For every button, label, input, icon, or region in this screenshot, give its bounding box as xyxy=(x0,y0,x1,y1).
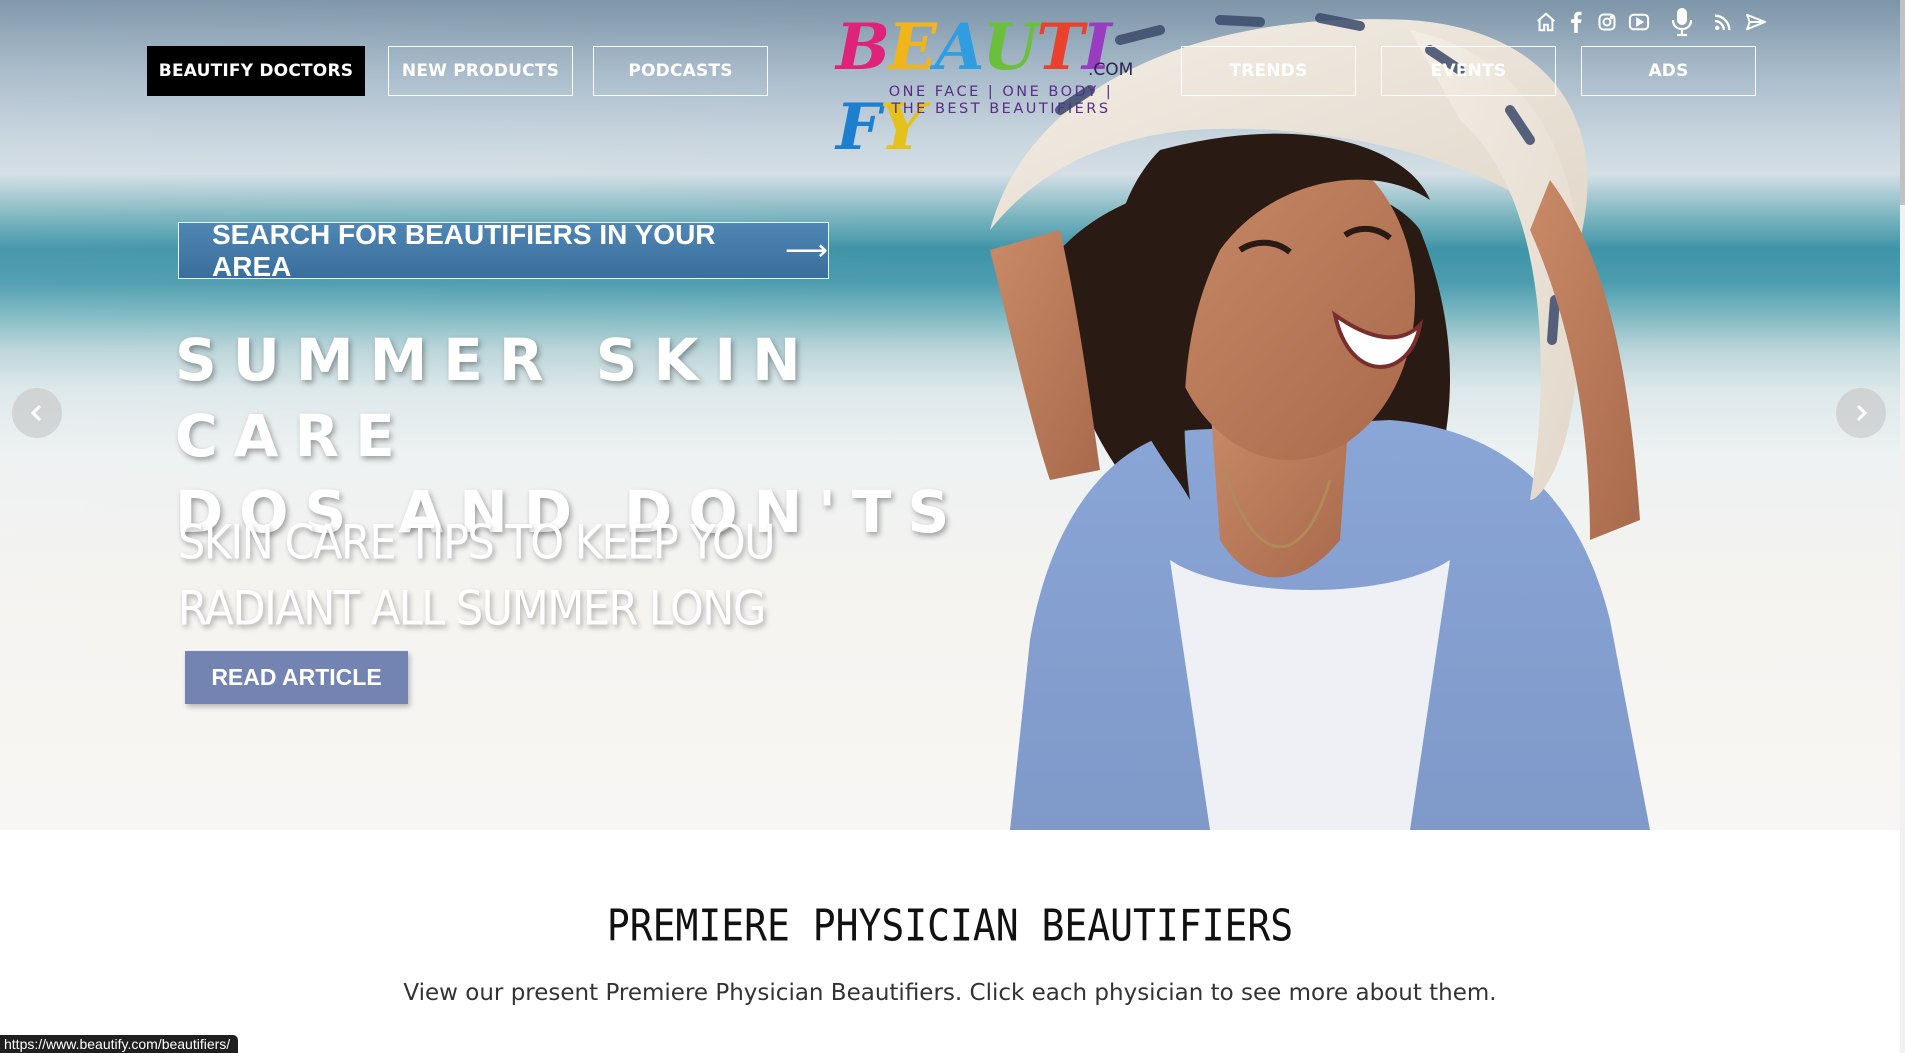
logo-suffix: .COM xyxy=(1088,60,1134,80)
carousel-next-button[interactable] xyxy=(1836,388,1886,438)
chevron-left-icon xyxy=(30,404,42,422)
search-button-label: SEARCH FOR BEAUTIFIERS IN YOUR AREA xyxy=(212,218,716,282)
site-logo[interactable]: BEAUTIFY .COM ONE FACE | ONE BODY | THE … xyxy=(830,8,1140,165)
nav-ads[interactable]: ADS xyxy=(1581,46,1756,96)
microphone-icon[interactable] xyxy=(1670,8,1694,37)
nav-events[interactable]: EVENTS xyxy=(1381,46,1556,96)
chevron-right-icon xyxy=(1856,404,1868,422)
nav-podcasts[interactable]: PODCASTS xyxy=(593,46,768,96)
nav-trends[interactable]: TRENDS xyxy=(1181,46,1356,96)
youtube-icon[interactable] xyxy=(1626,8,1652,36)
home-icon[interactable] xyxy=(1534,8,1558,36)
status-bar-url: https://www.beautify.com/beautifiers/ xyxy=(0,1035,239,1053)
read-article-button[interactable]: READ ARTICLE xyxy=(185,651,408,704)
carousel-prev-button[interactable] xyxy=(12,388,62,438)
nav-new-products[interactable]: NEW PRODUCTS xyxy=(388,46,573,96)
scrollbar-thumb[interactable] xyxy=(1900,0,1905,205)
send-icon[interactable] xyxy=(1744,8,1768,36)
section-title: PREMIERE PHYSICIAN BEAUTIFIERS xyxy=(606,900,1294,951)
facebook-icon[interactable] xyxy=(1566,8,1586,36)
logo-tagline: ONE FACE | ONE BODY | THE BEST BEAUTIFIE… xyxy=(888,84,1114,117)
section-description: View our present Premiere Physician Beau… xyxy=(403,980,1497,1006)
hero-slider: BEAUTIFY DOCTORS NEW PRODUCTS PODCASTS T… xyxy=(0,0,1900,830)
page-scrollbar[interactable] xyxy=(1900,0,1905,1053)
nav-beautify-doctors[interactable]: BEAUTIFY DOCTORS xyxy=(147,46,365,96)
arrow-right-icon: ⟶ xyxy=(784,234,828,267)
rss-icon[interactable] xyxy=(1712,8,1734,36)
instagram-icon[interactable] xyxy=(1596,8,1618,36)
search-beautifiers-button[interactable]: SEARCH FOR BEAUTIFIERS IN YOUR AREA ⟶ xyxy=(178,219,829,282)
hero-subheadline: SKIN CARE TIPS TO KEEP YOU RADIANT ALL S… xyxy=(178,515,776,637)
